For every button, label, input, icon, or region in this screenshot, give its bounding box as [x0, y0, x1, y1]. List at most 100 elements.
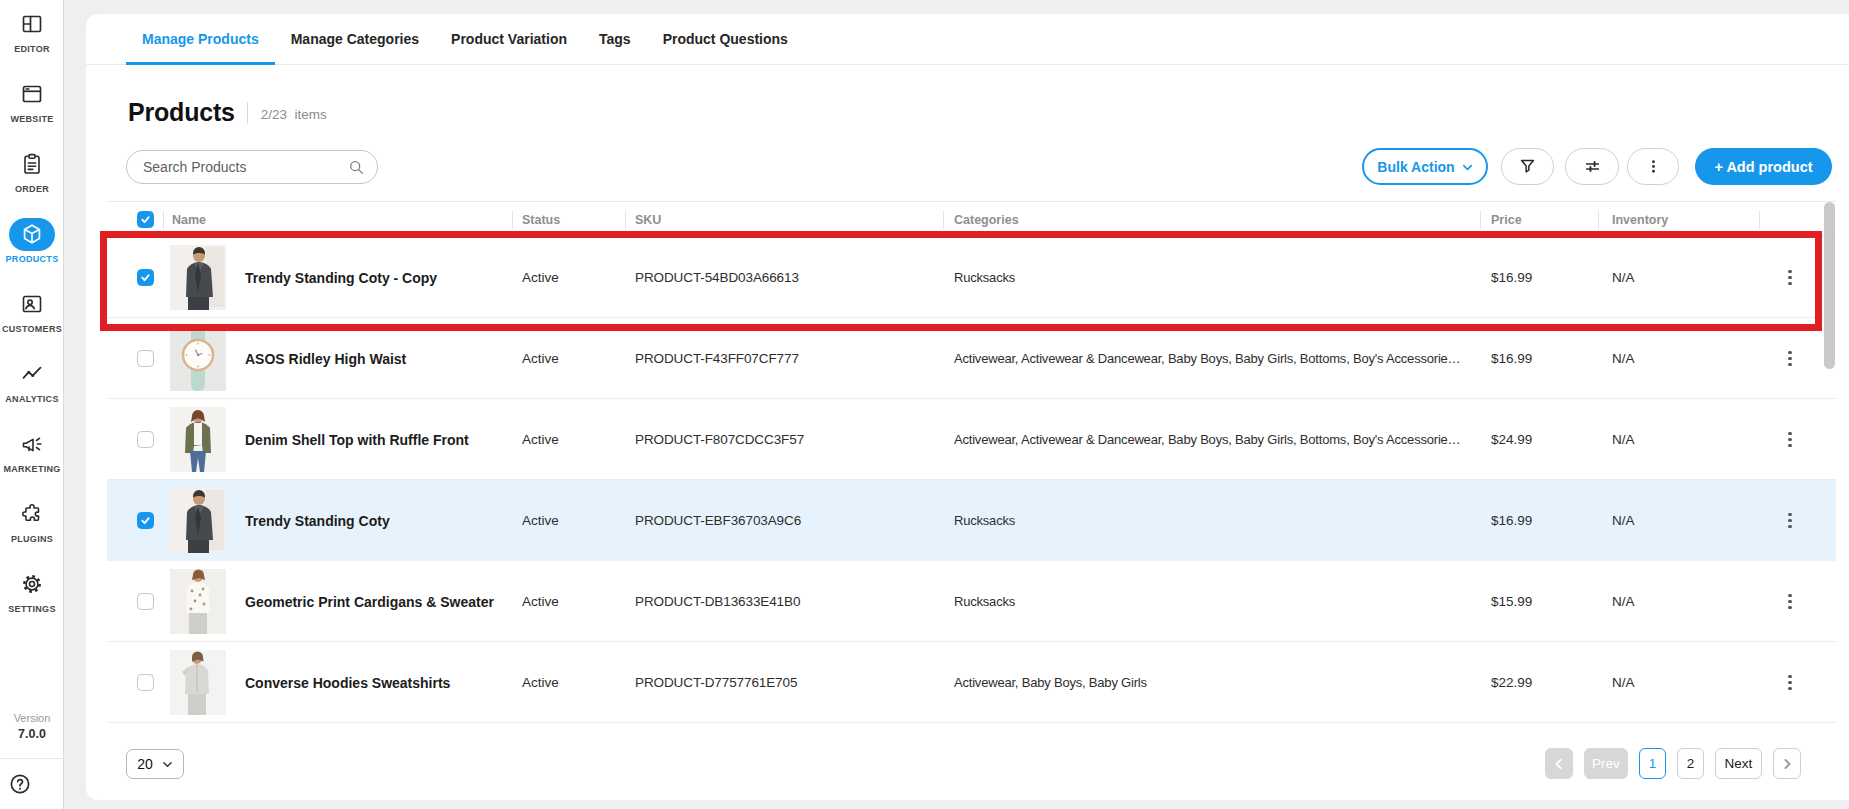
product-price: $16.99: [1491, 480, 1532, 561]
products-table: NameStatusSKUCategoriesPriceInventory Tr…: [107, 201, 1836, 724]
product-name: Converse Hoodies Sweatshirts: [245, 642, 450, 723]
more-options-button[interactable]: [1627, 148, 1679, 185]
column-header-price: Price: [1491, 202, 1522, 238]
sidebar-item-settings[interactable]: SETTINGS: [0, 560, 64, 630]
row-actions-menu[interactable]: [1776, 318, 1804, 399]
sidebar-item-analytics[interactable]: ANALYTICS: [0, 350, 64, 420]
product-inventory: N/A: [1612, 642, 1635, 723]
page-size-select[interactable]: 20: [126, 749, 184, 779]
row-actions-menu[interactable]: [1776, 399, 1804, 480]
search-icon: [348, 159, 364, 175]
content-card: Manage ProductsManage CategoriesProduct …: [86, 14, 1849, 800]
search-box[interactable]: [126, 150, 378, 184]
sidebar-item-customers[interactable]: CUSTOMERS: [0, 280, 64, 350]
bulk-action-button[interactable]: Bulk Action: [1362, 148, 1488, 185]
product-inventory: N/A: [1612, 399, 1635, 480]
display-options-button[interactable]: [1565, 148, 1619, 185]
table-row: Converse Hoodies Sweatshirts Active PROD…: [107, 642, 1836, 723]
table-header: NameStatusSKUCategoriesPriceInventory: [107, 201, 1836, 237]
customers-icon: [20, 292, 44, 316]
row-checkbox[interactable]: [137, 593, 154, 610]
pagination-last-button[interactable]: [1773, 748, 1801, 779]
editor-icon: [20, 12, 44, 36]
row-actions-menu[interactable]: [1776, 480, 1804, 561]
help-button[interactable]: [20, 772, 44, 796]
select-all-checkbox[interactable]: [137, 211, 154, 228]
row-actions-menu[interactable]: [1776, 561, 1804, 642]
product-inventory: N/A: [1612, 318, 1635, 399]
column-header-name: Name: [172, 202, 206, 238]
version-label: Version: [0, 712, 64, 724]
plugins-icon: [20, 502, 44, 526]
sidebar-item-products[interactable]: PRODUCTS: [0, 210, 64, 280]
product-name: Trendy Standing Coty - Copy: [245, 237, 437, 318]
pagination-page-1[interactable]: 1: [1639, 748, 1666, 779]
add-product-button[interactable]: + Add product: [1695, 148, 1832, 185]
product-sku: PRODUCT-F43FF07CF777: [635, 318, 799, 399]
chevron-left-icon: [1553, 758, 1565, 770]
count-separator: [247, 102, 248, 124]
product-categories: Rucksacks: [954, 480, 1480, 561]
row-checkbox[interactable]: [137, 350, 154, 367]
product-status: Active: [522, 318, 559, 399]
chevron-down-icon: [162, 759, 173, 770]
filter-button[interactable]: [1501, 148, 1554, 185]
version-number: 7.0.0: [0, 727, 64, 741]
sidebar-item-website[interactable]: WEBSITE: [0, 70, 64, 140]
product-status: Active: [522, 561, 559, 642]
kebab-menu-icon: [1644, 157, 1663, 176]
tab-product-questions[interactable]: Product Questions: [647, 14, 804, 64]
sidebar-version: Version 7.0.0: [0, 712, 64, 741]
title-row: Products 2/23 items: [128, 98, 327, 127]
sliders-icon: [1583, 157, 1602, 176]
pagination-first-button[interactable]: [1545, 748, 1573, 779]
row-checkbox[interactable]: [137, 431, 154, 448]
column-divider: [163, 211, 164, 229]
column-divider: [1598, 211, 1599, 229]
pagination-next-button[interactable]: Next: [1715, 748, 1762, 779]
row-checkbox[interactable]: [137, 674, 154, 691]
row-checkbox[interactable]: [137, 269, 154, 286]
scrollbar-thumb[interactable]: [1824, 202, 1835, 369]
column-header-status: Status: [522, 202, 560, 238]
sidebar-nav: EDITOR WEBSITE ORDER PRODUCTS CUSTOMERS …: [0, 0, 63, 630]
sidebar-item-plugins[interactable]: PLUGINS: [0, 490, 64, 560]
tab-manage-products[interactable]: Manage Products: [126, 14, 275, 64]
tab-tags[interactable]: Tags: [583, 14, 647, 64]
product-price: $16.99: [1491, 318, 1532, 399]
product-price: $22.99: [1491, 642, 1532, 723]
product-sku: PRODUCT-DB13633E41B0: [635, 561, 800, 642]
product-categories: Activewear, Activewear & Dancewear, Baby…: [954, 399, 1480, 480]
sidebar-item-marketing[interactable]: MARKETING: [0, 420, 64, 490]
row-checkbox[interactable]: [137, 512, 154, 529]
product-thumbnail: [170, 326, 226, 391]
product-thumbnail: [170, 245, 226, 310]
pagination-page-2[interactable]: 2: [1677, 748, 1704, 779]
row-actions-menu[interactable]: [1776, 642, 1804, 723]
product-categories: Rucksacks: [954, 237, 1480, 318]
tab-product-variation[interactable]: Product Variation: [435, 14, 583, 64]
column-header-categories: Categories: [954, 202, 1019, 238]
product-sku: PRODUCT-D7757761E705: [635, 642, 797, 723]
table-row: Trendy Standing Coty Active PRODUCT-EBF3…: [107, 480, 1836, 561]
page-title: Products: [128, 98, 235, 127]
sidebar-item-editor[interactable]: EDITOR: [0, 0, 64, 70]
row-actions-menu[interactable]: [1776, 237, 1804, 318]
tab-bar: Manage ProductsManage CategoriesProduct …: [86, 14, 1849, 65]
pagination-prev-button[interactable]: Prev: [1584, 748, 1628, 779]
table-row: Denim Shell Top with Ruffle Front Active…: [107, 399, 1836, 480]
product-inventory: N/A: [1612, 237, 1635, 318]
product-status: Active: [522, 237, 559, 318]
search-input[interactable]: [127, 159, 348, 175]
product-status: Active: [522, 642, 559, 723]
column-divider: [512, 211, 513, 229]
sidebar-item-order[interactable]: ORDER: [0, 140, 64, 210]
table-scrollbar[interactable]: [1823, 201, 1836, 724]
settings-icon: [20, 572, 44, 596]
column-header-inventory: Inventory: [1612, 202, 1668, 238]
website-icon: [20, 82, 44, 106]
product-thumbnail: [170, 569, 226, 634]
product-inventory: N/A: [1612, 480, 1635, 561]
product-name: ASOS Ridley High Waist: [245, 318, 406, 399]
tab-manage-categories[interactable]: Manage Categories: [275, 14, 435, 64]
